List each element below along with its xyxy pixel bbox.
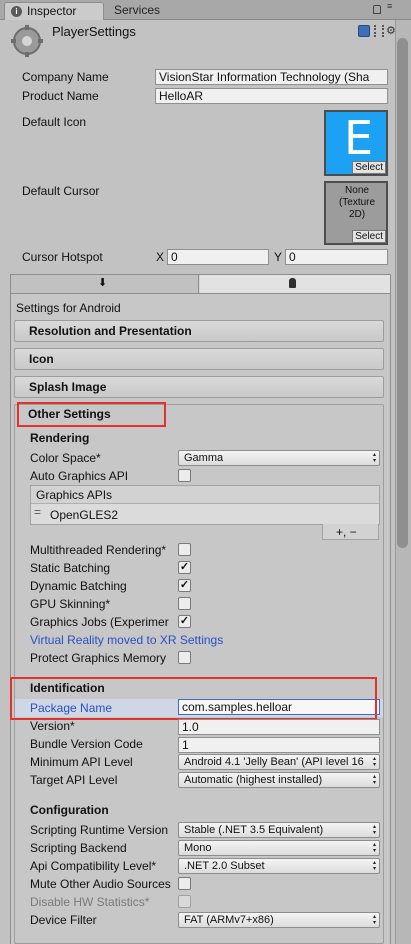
default-cursor-label: Default Cursor <box>22 184 100 198</box>
platform-tab-standalone[interactable]: ⬇ <box>11 275 199 293</box>
android-icon <box>289 278 296 288</box>
company-name-field[interactable]: VisionStar Information Technology (Sha <box>155 69 388 85</box>
select-button[interactable]: Select <box>352 161 386 174</box>
other-settings-highlight <box>17 402 166 427</box>
rendering-title: Rendering <box>30 431 90 445</box>
graphics-apis-header: Graphics APIs <box>36 488 113 502</box>
device-filter-dropdown[interactable]: FAT (ARMv7+x86) <box>178 912 380 928</box>
dynamic-batching-label: Dynamic Batching <box>30 579 127 593</box>
info-icon: i <box>11 6 22 17</box>
vr-settings-link[interactable]: Virtual Reality moved to XR Settings <box>30 633 223 647</box>
add-remove-buttons[interactable]: +, − <box>336 525 357 539</box>
min-api-label: Minimum API Level <box>30 755 133 769</box>
hotspot-x-field[interactable]: 0 <box>167 249 269 265</box>
auto-graphics-checkbox[interactable] <box>178 469 191 482</box>
section-splash[interactable]: Splash Image <box>14 376 384 398</box>
api-compat-label: Api Compatibility Level* <box>30 859 157 873</box>
tab-inspector[interactable]: i Inspector <box>4 2 104 20</box>
gpu-skinning-checkbox[interactable] <box>178 597 191 610</box>
static-batching-checkbox[interactable]: ✓ <box>178 561 191 574</box>
hotspot-x-label: X <box>156 250 165 264</box>
runtime-version-dropdown[interactable]: Stable (.NET 3.5 Equivalent) <box>178 822 380 838</box>
drag-handle-icon[interactable]: = <box>34 505 41 519</box>
product-name-label: Product Name <box>22 89 99 103</box>
protect-memory-label: Protect Graphics Memory <box>30 651 167 665</box>
graphics-api-item: OpenGLES2 <box>50 508 119 522</box>
identification-highlight <box>10 677 377 720</box>
section-icon[interactable]: Icon <box>14 348 384 370</box>
gpu-skinning-label: GPU Skinning* <box>30 597 111 611</box>
configuration-title: Configuration <box>30 803 109 817</box>
mute-audio-checkbox[interactable] <box>178 877 191 890</box>
settings-for-android: Settings for Android <box>16 301 121 315</box>
device-filter-label: Device Filter <box>30 913 97 927</box>
graphics-jobs-checkbox[interactable]: ✓ <box>178 615 191 628</box>
tab-services[interactable]: Services <box>106 2 186 20</box>
help-icon[interactable] <box>358 25 370 37</box>
preset-icon[interactable] <box>374 25 384 37</box>
graphics-jobs-label: Graphics Jobs (Experimer <box>30 615 169 629</box>
settings-gear-icon <box>10 24 44 58</box>
mute-audio-label: Mute Other Audio Sources <box>30 877 171 891</box>
dynamic-batching-checkbox[interactable]: ✓ <box>178 579 191 592</box>
api-compat-dropdown[interactable]: .NET 2.0 Subset <box>178 858 380 874</box>
multithreaded-checkbox[interactable] <box>178 543 191 556</box>
cursor-hotspot-label: Cursor Hotspot <box>22 250 103 264</box>
default-icon-label: Default Icon <box>22 115 87 129</box>
default-cursor-slot[interactable]: None (Texture 2D) Select <box>324 181 388 245</box>
runtime-version-label: Scripting Runtime Version <box>30 823 169 837</box>
default-icon-slot[interactable]: E Select <box>324 110 388 176</box>
download-icon: ⬇ <box>98 277 108 289</box>
version-field[interactable]: 1.0 <box>178 719 380 735</box>
version-label: Version* <box>30 719 75 733</box>
lock-icon[interactable] <box>373 5 381 14</box>
tab-services-label: Services <box>114 3 161 17</box>
scripting-backend-label: Scripting Backend <box>30 841 127 855</box>
multithreaded-label: Multithreaded Rendering* <box>30 543 167 557</box>
company-name-label: Company Name <box>22 70 109 84</box>
tab-inspector-label: Inspector <box>27 4 77 18</box>
cursor-none-text: None (Texture 2D) <box>338 185 376 220</box>
cursor-select-button[interactable]: Select <box>352 230 386 243</box>
color-space-dropdown[interactable]: Gamma <box>178 450 380 466</box>
page-title: PlayerSettings <box>52 24 136 39</box>
static-batching-label: Static Batching <box>30 561 111 575</box>
target-api-label: Target API Level <box>30 773 118 787</box>
menu-icon[interactable]: ≡ <box>387 2 397 15</box>
scrollbar-thumb[interactable] <box>397 38 408 548</box>
hotspot-y-field[interactable]: 0 <box>285 249 388 265</box>
disable-hw-label: Disable HW Statistics* <box>30 895 150 909</box>
product-name-field[interactable]: HelloAR <box>155 88 388 104</box>
bundle-code-label: Bundle Version Code <box>30 737 143 751</box>
target-api-dropdown[interactable]: Automatic (highest installed) <box>178 772 380 788</box>
bundle-code-field[interactable]: 1 <box>178 737 380 753</box>
platform-tab-android[interactable] <box>200 275 390 293</box>
protect-memory-checkbox[interactable] <box>178 651 191 664</box>
scripting-backend-dropdown[interactable]: Mono <box>178 840 380 856</box>
color-space-label: Color Space* <box>30 451 101 465</box>
app-logo-letter: E <box>344 111 374 165</box>
min-api-dropdown[interactable]: Android 4.1 'Jelly Bean' (API level 16 <box>178 754 380 770</box>
auto-graphics-label: Auto Graphics API <box>30 469 129 483</box>
hotspot-y-label: Y <box>274 250 283 264</box>
section-resolution[interactable]: Resolution and Presentation <box>14 320 384 342</box>
disable-hw-checkbox <box>178 895 191 908</box>
